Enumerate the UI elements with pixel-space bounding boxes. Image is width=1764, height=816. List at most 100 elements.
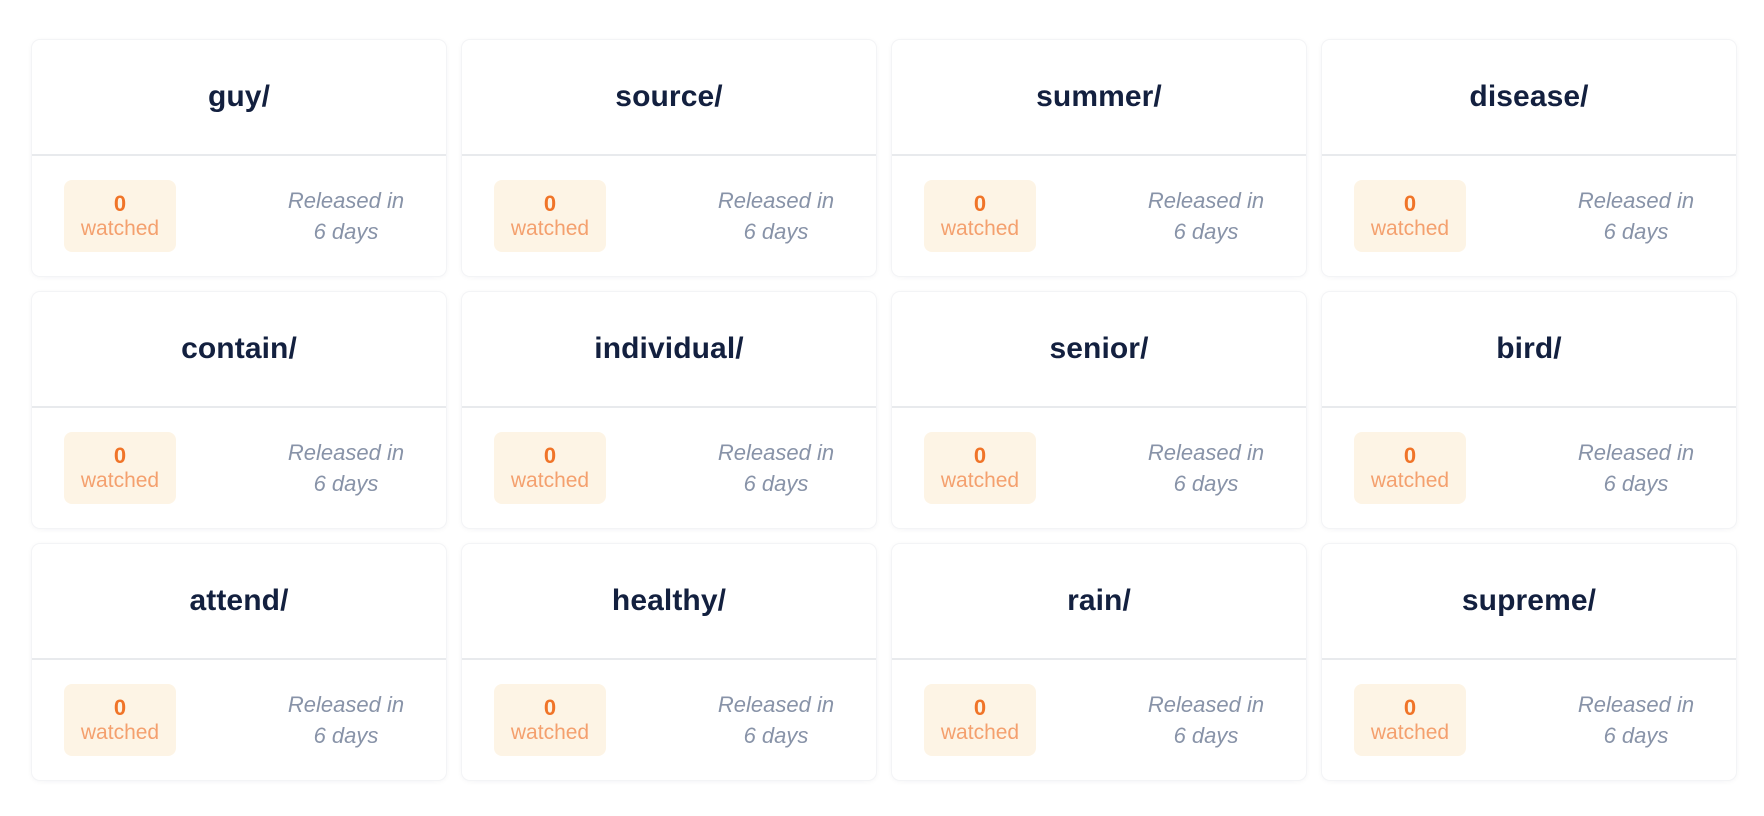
release-line-1: Released in: [1577, 188, 1695, 213]
card-header: rain/: [892, 544, 1306, 660]
release-status: Released in 6 days: [280, 437, 412, 499]
watched-label: watched: [80, 216, 160, 240]
folder-card[interactable]: disease/ 0 watched Released in 6 days: [1322, 40, 1736, 276]
folder-card[interactable]: bird/ 0 watched Released in 6 days: [1322, 292, 1736, 528]
folder-title[interactable]: supreme/: [1462, 584, 1596, 618]
release-line-2: 6 days: [743, 723, 809, 748]
watched-badge: 0 watched: [1354, 684, 1466, 756]
release-status: Released in 6 days: [710, 437, 842, 499]
watched-label: watched: [510, 468, 590, 492]
folder-title[interactable]: senior/: [1049, 332, 1148, 366]
watched-badge: 0 watched: [494, 684, 606, 756]
folder-title[interactable]: individual/: [594, 332, 743, 366]
release-status: Released in 6 days: [710, 185, 842, 247]
watched-label: watched: [940, 720, 1020, 744]
release-line-1: Released in: [717, 692, 835, 717]
release-status: Released in 6 days: [1140, 689, 1272, 751]
release-line-1: Released in: [1147, 188, 1265, 213]
folder-card[interactable]: supreme/ 0 watched Released in 6 days: [1322, 544, 1736, 780]
card-header: supreme/: [1322, 544, 1736, 660]
watched-label: watched: [1370, 720, 1450, 744]
release-line-1: Released in: [717, 188, 835, 213]
card-body: 0 watched Released in 6 days: [1322, 408, 1736, 528]
card-body: 0 watched Released in 6 days: [892, 408, 1306, 528]
release-line-2: 6 days: [1603, 471, 1669, 496]
card-body: 0 watched Released in 6 days: [32, 660, 446, 780]
watched-count: 0: [973, 443, 987, 469]
card-header: summer/: [892, 40, 1306, 156]
release-line-1: Released in: [287, 188, 405, 213]
watched-badge: 0 watched: [64, 180, 176, 252]
release-status: Released in 6 days: [710, 689, 842, 751]
watched-badge: 0 watched: [924, 180, 1036, 252]
watched-count: 0: [1403, 443, 1417, 469]
card-header: disease/: [1322, 40, 1736, 156]
folder-card[interactable]: attend/ 0 watched Released in 6 days: [32, 544, 446, 780]
card-body: 0 watched Released in 6 days: [32, 408, 446, 528]
folder-card[interactable]: senior/ 0 watched Released in 6 days: [892, 292, 1306, 528]
watched-label: watched: [1370, 468, 1450, 492]
folder-title[interactable]: attend/: [189, 584, 288, 618]
release-line-1: Released in: [1577, 440, 1695, 465]
folder-title[interactable]: disease/: [1469, 80, 1588, 114]
card-body: 0 watched Released in 6 days: [1322, 156, 1736, 276]
folder-title[interactable]: guy/: [208, 80, 270, 114]
watched-label: watched: [80, 468, 160, 492]
folder-card[interactable]: individual/ 0 watched Released in 6 days: [462, 292, 876, 528]
release-line-1: Released in: [1147, 440, 1265, 465]
watched-badge: 0 watched: [64, 432, 176, 504]
release-status: Released in 6 days: [1570, 437, 1702, 499]
card-body: 0 watched Released in 6 days: [892, 156, 1306, 276]
watched-badge: 0 watched: [924, 684, 1036, 756]
watched-badge: 0 watched: [1354, 180, 1466, 252]
folder-title[interactable]: rain/: [1067, 584, 1131, 618]
watched-count: 0: [113, 695, 127, 721]
release-line-1: Released in: [287, 692, 405, 717]
release-status: Released in 6 days: [1140, 185, 1272, 247]
watched-count: 0: [543, 695, 557, 721]
release-status: Released in 6 days: [280, 689, 412, 751]
card-header: bird/: [1322, 292, 1736, 408]
folder-card[interactable]: summer/ 0 watched Released in 6 days: [892, 40, 1306, 276]
card-header: attend/: [32, 544, 446, 660]
watched-badge: 0 watched: [494, 180, 606, 252]
card-body: 0 watched Released in 6 days: [32, 156, 446, 276]
watched-badge: 0 watched: [1354, 432, 1466, 504]
watched-label: watched: [80, 720, 160, 744]
watched-count: 0: [543, 443, 557, 469]
folder-card-grid: guy/ 0 watched Released in 6 days source…: [32, 40, 1736, 780]
card-header: healthy/: [462, 544, 876, 660]
release-line-2: 6 days: [313, 471, 379, 496]
watched-label: watched: [510, 720, 590, 744]
card-header: senior/: [892, 292, 1306, 408]
folder-title[interactable]: source/: [615, 80, 722, 114]
release-line-2: 6 days: [1603, 219, 1669, 244]
card-body: 0 watched Released in 6 days: [462, 408, 876, 528]
release-status: Released in 6 days: [280, 185, 412, 247]
release-line-2: 6 days: [1173, 471, 1239, 496]
watched-label: watched: [940, 216, 1020, 240]
watched-count: 0: [973, 191, 987, 217]
release-line-2: 6 days: [743, 219, 809, 244]
folder-card[interactable]: contain/ 0 watched Released in 6 days: [32, 292, 446, 528]
card-body: 0 watched Released in 6 days: [462, 660, 876, 780]
folder-title[interactable]: summer/: [1036, 80, 1162, 114]
folder-card[interactable]: source/ 0 watched Released in 6 days: [462, 40, 876, 276]
card-body: 0 watched Released in 6 days: [892, 660, 1306, 780]
folder-card[interactable]: rain/ 0 watched Released in 6 days: [892, 544, 1306, 780]
folder-title[interactable]: contain/: [181, 332, 297, 366]
watched-label: watched: [940, 468, 1020, 492]
watched-badge: 0 watched: [494, 432, 606, 504]
folder-title[interactable]: healthy/: [612, 584, 726, 618]
release-line-1: Released in: [717, 440, 835, 465]
watched-badge: 0 watched: [924, 432, 1036, 504]
release-line-2: 6 days: [313, 723, 379, 748]
release-line-1: Released in: [1577, 692, 1695, 717]
folder-card[interactable]: healthy/ 0 watched Released in 6 days: [462, 544, 876, 780]
watched-count: 0: [113, 443, 127, 469]
release-line-1: Released in: [287, 440, 405, 465]
folder-title[interactable]: bird/: [1496, 332, 1562, 366]
folder-card[interactable]: guy/ 0 watched Released in 6 days: [32, 40, 446, 276]
watched-badge: 0 watched: [64, 684, 176, 756]
card-body: 0 watched Released in 6 days: [462, 156, 876, 276]
